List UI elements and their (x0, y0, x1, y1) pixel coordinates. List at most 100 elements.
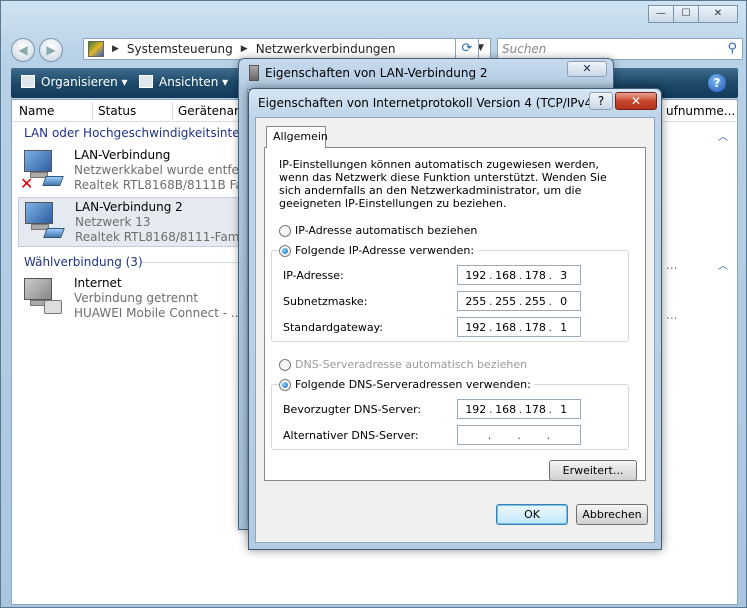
subnet-mask-field[interactable]: 255. 255. 255. 0 (457, 291, 581, 311)
breadcrumb-netzwerkverbindungen[interactable]: Netzwerkverbindungen (256, 42, 396, 56)
ipv4-close-button[interactable]: ✕ (615, 92, 657, 110)
tab-allgemein[interactable]: Allgemein (266, 126, 328, 148)
collapse-lan-icon[interactable]: ︿ (718, 128, 728, 143)
octet: 255 (495, 294, 517, 308)
help-button[interactable]: ? (589, 92, 613, 110)
ipv4-dialog-body: Allgemein IP-Einstellungen können automa… (255, 117, 655, 543)
radio-dns-manual-label: Folgende DNS-Serveradressen verwenden: (295, 378, 531, 391)
column-status[interactable]: Status (98, 104, 136, 118)
octet: 1 (560, 320, 568, 334)
cancel-button[interactable]: Abbrechen (576, 504, 648, 525)
octet-separator: . (548, 294, 553, 308)
organize-icon (21, 75, 35, 88)
help-icon[interactable]: ? (708, 74, 726, 92)
alternate-dns-label: Alternativer DNS-Server: (283, 429, 419, 442)
radio-dns-auto-label: DNS-Serveradresse automatisch beziehen (295, 358, 528, 371)
group-divider (142, 262, 242, 263)
gateway-field[interactable]: 192. 168. 178. 1 (457, 317, 581, 337)
list-item-selected[interactable]: LAN-Verbindung 2 Netzwerk 13 Realtek RTL… (18, 197, 258, 247)
search-icon[interactable]: ⚲ (727, 39, 737, 59)
network-adapter-icon (23, 202, 65, 242)
octet-separator: . (518, 268, 523, 282)
octet-separator: . (518, 402, 523, 416)
search-placeholder: Suchen (502, 42, 547, 56)
trailing-text: ... (666, 308, 678, 322)
refresh-button[interactable]: ⟳ (455, 38, 479, 60)
item-device: Realtek RTL8168/8111-Famil... (75, 230, 258, 244)
radio-ip-manual[interactable]: Folgende IP-Adresse verwenden: (279, 244, 478, 257)
octet: 0 (560, 294, 568, 308)
list-item[interactable]: Internet Verbindung getrennt HUAWEI Mobi… (18, 274, 243, 324)
forward-button[interactable]: ▶ (39, 38, 63, 62)
item-status: Netzwerk 13 (75, 215, 151, 229)
breadcrumb-chevron-icon: ▶ (240, 44, 248, 54)
organize-label: Organisieren ▾ (41, 75, 128, 89)
back-button[interactable]: ◀ (11, 38, 35, 62)
address-bar[interactable]: ▶ Systemsteuerung ▶ Netzwerkverbindungen… (83, 38, 491, 60)
octet: 255 (465, 294, 487, 308)
octet: 178 (524, 320, 546, 334)
ok-button[interactable]: OK (496, 504, 568, 525)
ipv4-dialog-title: Eigenschaften von Internetprotokoll Vers… (258, 96, 597, 110)
octet-separator: . (548, 402, 553, 416)
octet: 192 (465, 268, 487, 282)
organize-menu[interactable]: Organisieren ▾ (21, 75, 128, 89)
group-dialup[interactable]: Wählverbindung (3) (24, 255, 143, 269)
refresh-icon: ⟳ (461, 41, 473, 56)
radio-ip-manual-label: Folgende IP-Adresse verwenden: (295, 244, 475, 257)
back-arrow-icon: ◀ (18, 43, 28, 57)
control-panel-icon (88, 41, 104, 57)
octet: 168 (495, 402, 517, 416)
minimize-button[interactable]: — (648, 5, 674, 23)
octet: 255 (524, 294, 546, 308)
item-device: Realtek RTL8168B/8111B Fa... (74, 178, 255, 192)
octet-separator: . (488, 294, 493, 308)
advanced-button[interactable]: Erweitert... (549, 460, 637, 481)
ip-address-field[interactable]: 192. 168. 178. 3 (457, 265, 581, 285)
column-name[interactable]: Name (19, 104, 54, 118)
tab-panel-general: IP-Einstellungen können automatisch zuge… (264, 147, 646, 481)
item-title: Internet (74, 276, 122, 290)
lan-properties-close-button[interactable]: ✕ (567, 61, 607, 77)
list-item[interactable]: ✕ LAN-Verbindung Netzwerkkabel wurde ent… (18, 146, 256, 196)
radio-dns-manual[interactable]: Folgende DNS-Serveradressen verwenden: (279, 378, 534, 391)
views-menu[interactable]: Ansichten ▾ (139, 75, 228, 89)
search-input[interactable]: Suchen ⚲ (497, 38, 743, 60)
window-controls: — ☐ ✕ (648, 5, 738, 23)
octet: 192 (465, 320, 487, 334)
octet-separator: . (546, 428, 551, 442)
item-device: HUAWEI Mobile Connect - ... (74, 306, 243, 320)
octet: 3 (560, 268, 568, 282)
breadcrumb-chevron-icon: ▶ (112, 44, 119, 54)
forward-arrow-icon: ▶ (46, 43, 56, 57)
trailing-text: ... (666, 258, 678, 272)
octet-separator: . (488, 320, 493, 334)
radio-indicator-selected (279, 244, 291, 257)
network-cable-icon (249, 65, 259, 81)
octet: 178 (524, 268, 546, 282)
preferred-dns-field[interactable]: 192. 168. 178. 1 (457, 399, 581, 419)
views-icon (139, 75, 153, 88)
octet-separator: . (488, 402, 493, 416)
network-adapter-icon: ✕ (20, 150, 64, 193)
subnet-mask-label: Subnetzmaske: (283, 295, 368, 308)
radio-dns-auto[interactable]: DNS-Serveradresse automatisch beziehen (279, 358, 527, 371)
lan-properties-title: Eigenschaften von LAN-Verbindung 2 (265, 66, 488, 80)
radio-ip-auto-label: IP-Adresse automatisch beziehen (295, 224, 478, 237)
breadcrumb-systemsteuerung[interactable]: Systemsteuerung (127, 42, 233, 56)
maximize-button[interactable]: ☐ (673, 5, 699, 23)
close-window-button[interactable]: ✕ (698, 5, 738, 23)
octet: 168 (495, 320, 517, 334)
octet: 168 (495, 268, 517, 282)
collapse-dialup-icon[interactable]: ︿ (718, 257, 728, 272)
group-lan[interactable]: LAN oder Hochgeschwindigkeitsinternet (24, 126, 264, 140)
octet-separator: . (488, 268, 493, 282)
octet: 192 (465, 402, 487, 416)
alternate-dns-field[interactable]: . . . (457, 425, 581, 445)
octet-separator: . (518, 320, 523, 334)
octet-separator: . (548, 320, 553, 334)
radio-ip-auto[interactable]: IP-Adresse automatisch beziehen (279, 224, 477, 237)
column-phone-number[interactable]: ufnumme... (666, 104, 735, 118)
dialup-modem-icon (22, 278, 62, 318)
octet-separator: . (518, 294, 523, 308)
